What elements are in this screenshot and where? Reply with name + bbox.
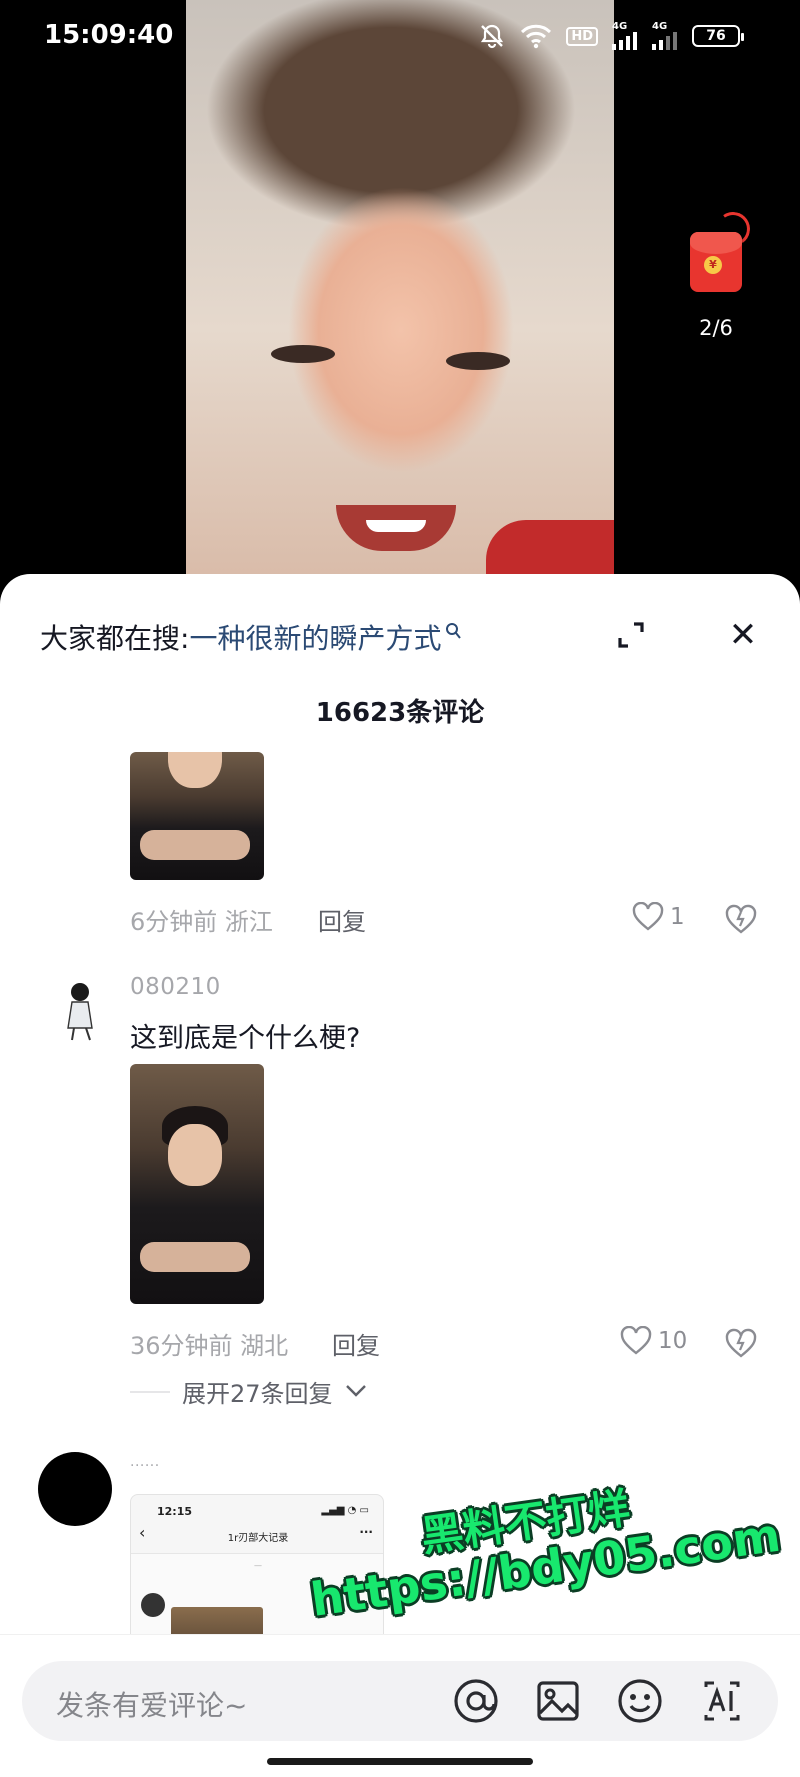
dislike-icon[interactable] [724,1328,758,1360]
image-hands [140,1242,250,1272]
status-time: 15:09:40 [44,20,174,50]
red-packet-button[interactable]: ¥ 2/6 [686,209,753,342]
image-face [168,1124,222,1186]
like-count: 1 [670,904,685,930]
reply-button[interactable]: 回复 [332,1326,380,1361]
comment-text: 这到底是个什么梗? [130,1023,361,1054]
at-icon[interactable] [450,1675,502,1727]
dislike-icon[interactable] [724,904,758,936]
search-icon [445,622,462,645]
mute-bell-icon [478,22,506,50]
battery-icon: 76 [692,25,744,47]
comment-image[interactable] [130,752,264,880]
comment-username[interactable]: ...... [130,1454,160,1470]
wifi-icon [520,23,552,49]
comment-time-location: 6分钟前 浙江 [130,908,273,936]
eye-right [446,352,510,370]
hd-icon: HD [566,26,598,46]
coin-icon: ¥ [704,256,722,274]
close-icon[interactable]: ✕ [722,614,764,656]
eye-left [271,345,335,363]
expand-sheet-icon[interactable] [610,614,652,656]
chevron-down-icon [345,1379,367,1404]
comment-input-placeholder: 发条有爱评论~ [56,1689,248,1722]
avatar[interactable] [38,1452,112,1526]
comment-image[interactable] [130,1064,264,1304]
image-face [168,752,222,788]
like-button[interactable]: 1 [632,902,685,932]
like-button[interactable]: 10 [620,1326,687,1356]
red-packet-count: 2/6 [699,316,733,340]
divider-line [130,1390,170,1393]
screenshot-time: 12:15 [157,1505,193,1518]
ai-icon[interactable] [696,1675,748,1727]
signal-icon-1: 4G [612,22,638,50]
trending-search-row: 大家都在搜: 一种很新的瞬产方式 [40,612,760,662]
image-icon[interactable] [532,1675,584,1727]
heart-icon [632,902,664,931]
video-frame-child-face [186,0,614,600]
avatar[interactable] [44,970,118,1044]
heart-icon [620,1326,652,1355]
expand-replies-button[interactable]: 展开27条回复 [130,1374,367,1409]
like-count: 10 [658,1328,688,1354]
image-hands [140,830,250,860]
network-type-2: 4G [652,21,668,32]
network-type-1: 4G [612,21,628,32]
comment-time-location: 36分钟前 湖北 [130,1332,289,1360]
reply-button[interactable]: 回复 [318,902,366,937]
screenshot-avatar [141,1593,165,1617]
video-player[interactable]: 15:09:40 HD 4G 4G 76 ¥ 2/6 [0,0,800,600]
emoji-icon[interactable] [614,1675,666,1727]
status-icons: HD 4G 4G 76 [478,22,744,50]
signal-icon-2: 4G [652,22,678,50]
trending-search-link[interactable]: 一种很新的瞬产方式 [189,617,441,657]
comment-count-title: 16623条评论 [315,698,485,728]
trending-search-prefix: 大家都在搜: [40,622,190,655]
comment-username[interactable]: 080210 [130,974,221,1000]
home-indicator[interactable] [267,1758,533,1765]
expand-replies-label: 展开27条回复 [182,1380,333,1408]
teeth [366,520,426,532]
status-bar: 15:09:40 HD 4G 4G 76 [0,0,800,72]
